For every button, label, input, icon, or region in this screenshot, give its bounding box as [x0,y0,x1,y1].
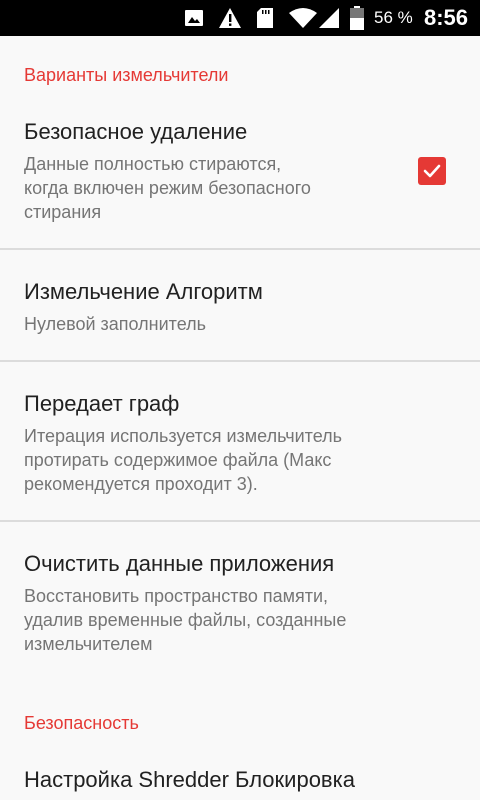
pref-title: Настройка Shredder Блокировка [24,767,355,792]
pref-summary: стирания [24,202,102,222]
battery-percent: 56 % [374,8,413,27]
pref-title: Безопасное удаление [24,119,248,144]
pref-summary: удалив временные файлы, созданные [24,610,347,630]
category-header-shredder-options: Варианты измельчители [24,65,229,85]
settings-list: Варианты измельчители Безопасное удалени… [0,36,480,800]
signal-icon [318,0,340,36]
pref-summary: протирать содержимое файла (Макс [24,450,332,470]
pref-title: Передает граф [24,391,180,416]
pref-summary: Данные полностью стираются, [24,154,282,174]
pref-summary: Восстановить пространство памяти, [24,586,329,606]
pref-clear-app-data[interactable]: Очистить данные приложения Восстановить … [0,522,480,682]
pref-title: Измельчение Алгоритм [24,279,263,304]
pref-title: Очистить данные приложения [24,551,335,576]
status-bar: 56 % 8:56 [0,0,480,36]
pref-summary: Нулевой заполнитель [24,314,207,334]
pref-pass-count[interactable]: Передает граф Итерация используется изме… [0,362,480,520]
pref-summary: Итерация используется измельчитель [24,426,343,446]
battery-icon [350,0,364,36]
check-icon [423,164,441,178]
pref-summary: когда включен режим безопасного [24,178,311,198]
image-icon [184,0,204,36]
category-header-security: Безопасность [24,713,139,733]
warning-icon [218,0,242,36]
sd-card-icon [256,0,274,36]
clock: 8:56 [424,5,469,30]
secure-delete-checkbox[interactable] [418,157,446,185]
pref-secure-delete[interactable]: Безопасное удаление Данные полностью сти… [0,106,480,248]
pref-summary: рекомендуется проходит 3). [24,474,258,494]
wifi-icon [288,0,318,36]
pref-shred-algorithm[interactable]: Измельчение Алгоритм Нулевой заполнитель [0,250,480,360]
pref-shredder-lock-setup[interactable]: Настройка Shredder Блокировка [0,754,480,800]
pref-summary: измельчителем [24,634,153,654]
